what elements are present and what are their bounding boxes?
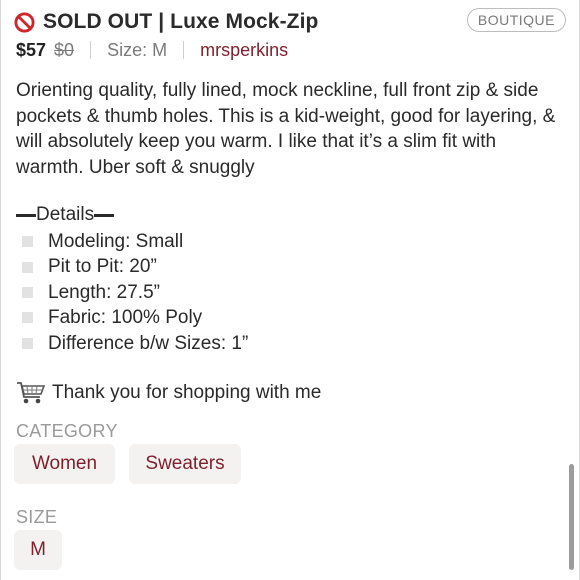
detail-text: Difference b/w Sizes: 1” bbox=[48, 332, 249, 354]
details-list: Modeling: Small Pit to Pit: 20” Length: … bbox=[22, 229, 248, 356]
detail-text: Pit to Pit: 20” bbox=[48, 256, 157, 278]
category-chip-women[interactable]: Women bbox=[14, 444, 115, 484]
shopping-cart-icon bbox=[17, 382, 46, 404]
detail-text: Modeling: Small bbox=[48, 231, 184, 252]
divider bbox=[183, 41, 185, 59]
scrollbar-thumb[interactable] bbox=[569, 464, 574, 570]
details-heading-label: Details bbox=[36, 204, 95, 225]
dash-left bbox=[16, 213, 36, 217]
list-item: Length: 27.5” bbox=[22, 280, 248, 305]
listing-description: Orienting quality, fully lined, mock nec… bbox=[16, 80, 556, 178]
category-label: CATEGORY bbox=[16, 421, 118, 441]
list-item: Pit to Pit: 20” bbox=[22, 254, 248, 279]
dash-right bbox=[94, 213, 115, 217]
price-row: $57 $0 Size: M mrsperkins bbox=[16, 38, 288, 62]
bullet-square-icon bbox=[22, 337, 33, 349]
size-label: SIZE bbox=[16, 507, 58, 527]
bullet-square-icon bbox=[22, 261, 33, 273]
divider bbox=[90, 41, 92, 59]
size-chip[interactable]: M bbox=[14, 530, 62, 570]
bullet-square-icon bbox=[22, 287, 33, 299]
boutique-badge: BOUTIQUE bbox=[466, 8, 566, 32]
bullet-square-icon bbox=[22, 312, 33, 324]
thanks-line: Thank you for shopping with me bbox=[16, 380, 321, 406]
listing-title: SOLD OUT | Luxe Mock-Zip bbox=[43, 10, 319, 33]
prohibited-icon bbox=[14, 11, 35, 33]
list-item: Fabric: 100% Poly bbox=[22, 305, 248, 330]
original-price: $0 bbox=[54, 39, 75, 60]
list-item: Difference b/w Sizes: 1” bbox=[22, 331, 248, 356]
list-item: Modeling: Small bbox=[22, 229, 248, 254]
detail-text: Fabric: 100% Poly bbox=[48, 307, 203, 329]
price: $57 bbox=[16, 39, 47, 60]
thanks-text: Thank you for shopping with me bbox=[52, 382, 322, 403]
bullet-square-icon bbox=[22, 236, 33, 248]
details-heading: Details bbox=[16, 204, 115, 226]
category-chip-sweaters[interactable]: Sweaters bbox=[129, 444, 241, 484]
seller-link[interactable]: mrsperkins bbox=[200, 40, 288, 61]
listing-header: SOLD OUT | Luxe Mock-Zip BOUTIQUE bbox=[14, 8, 566, 36]
size-inline: Size: M bbox=[107, 39, 168, 60]
detail-text: Length: 27.5” bbox=[48, 281, 160, 303]
